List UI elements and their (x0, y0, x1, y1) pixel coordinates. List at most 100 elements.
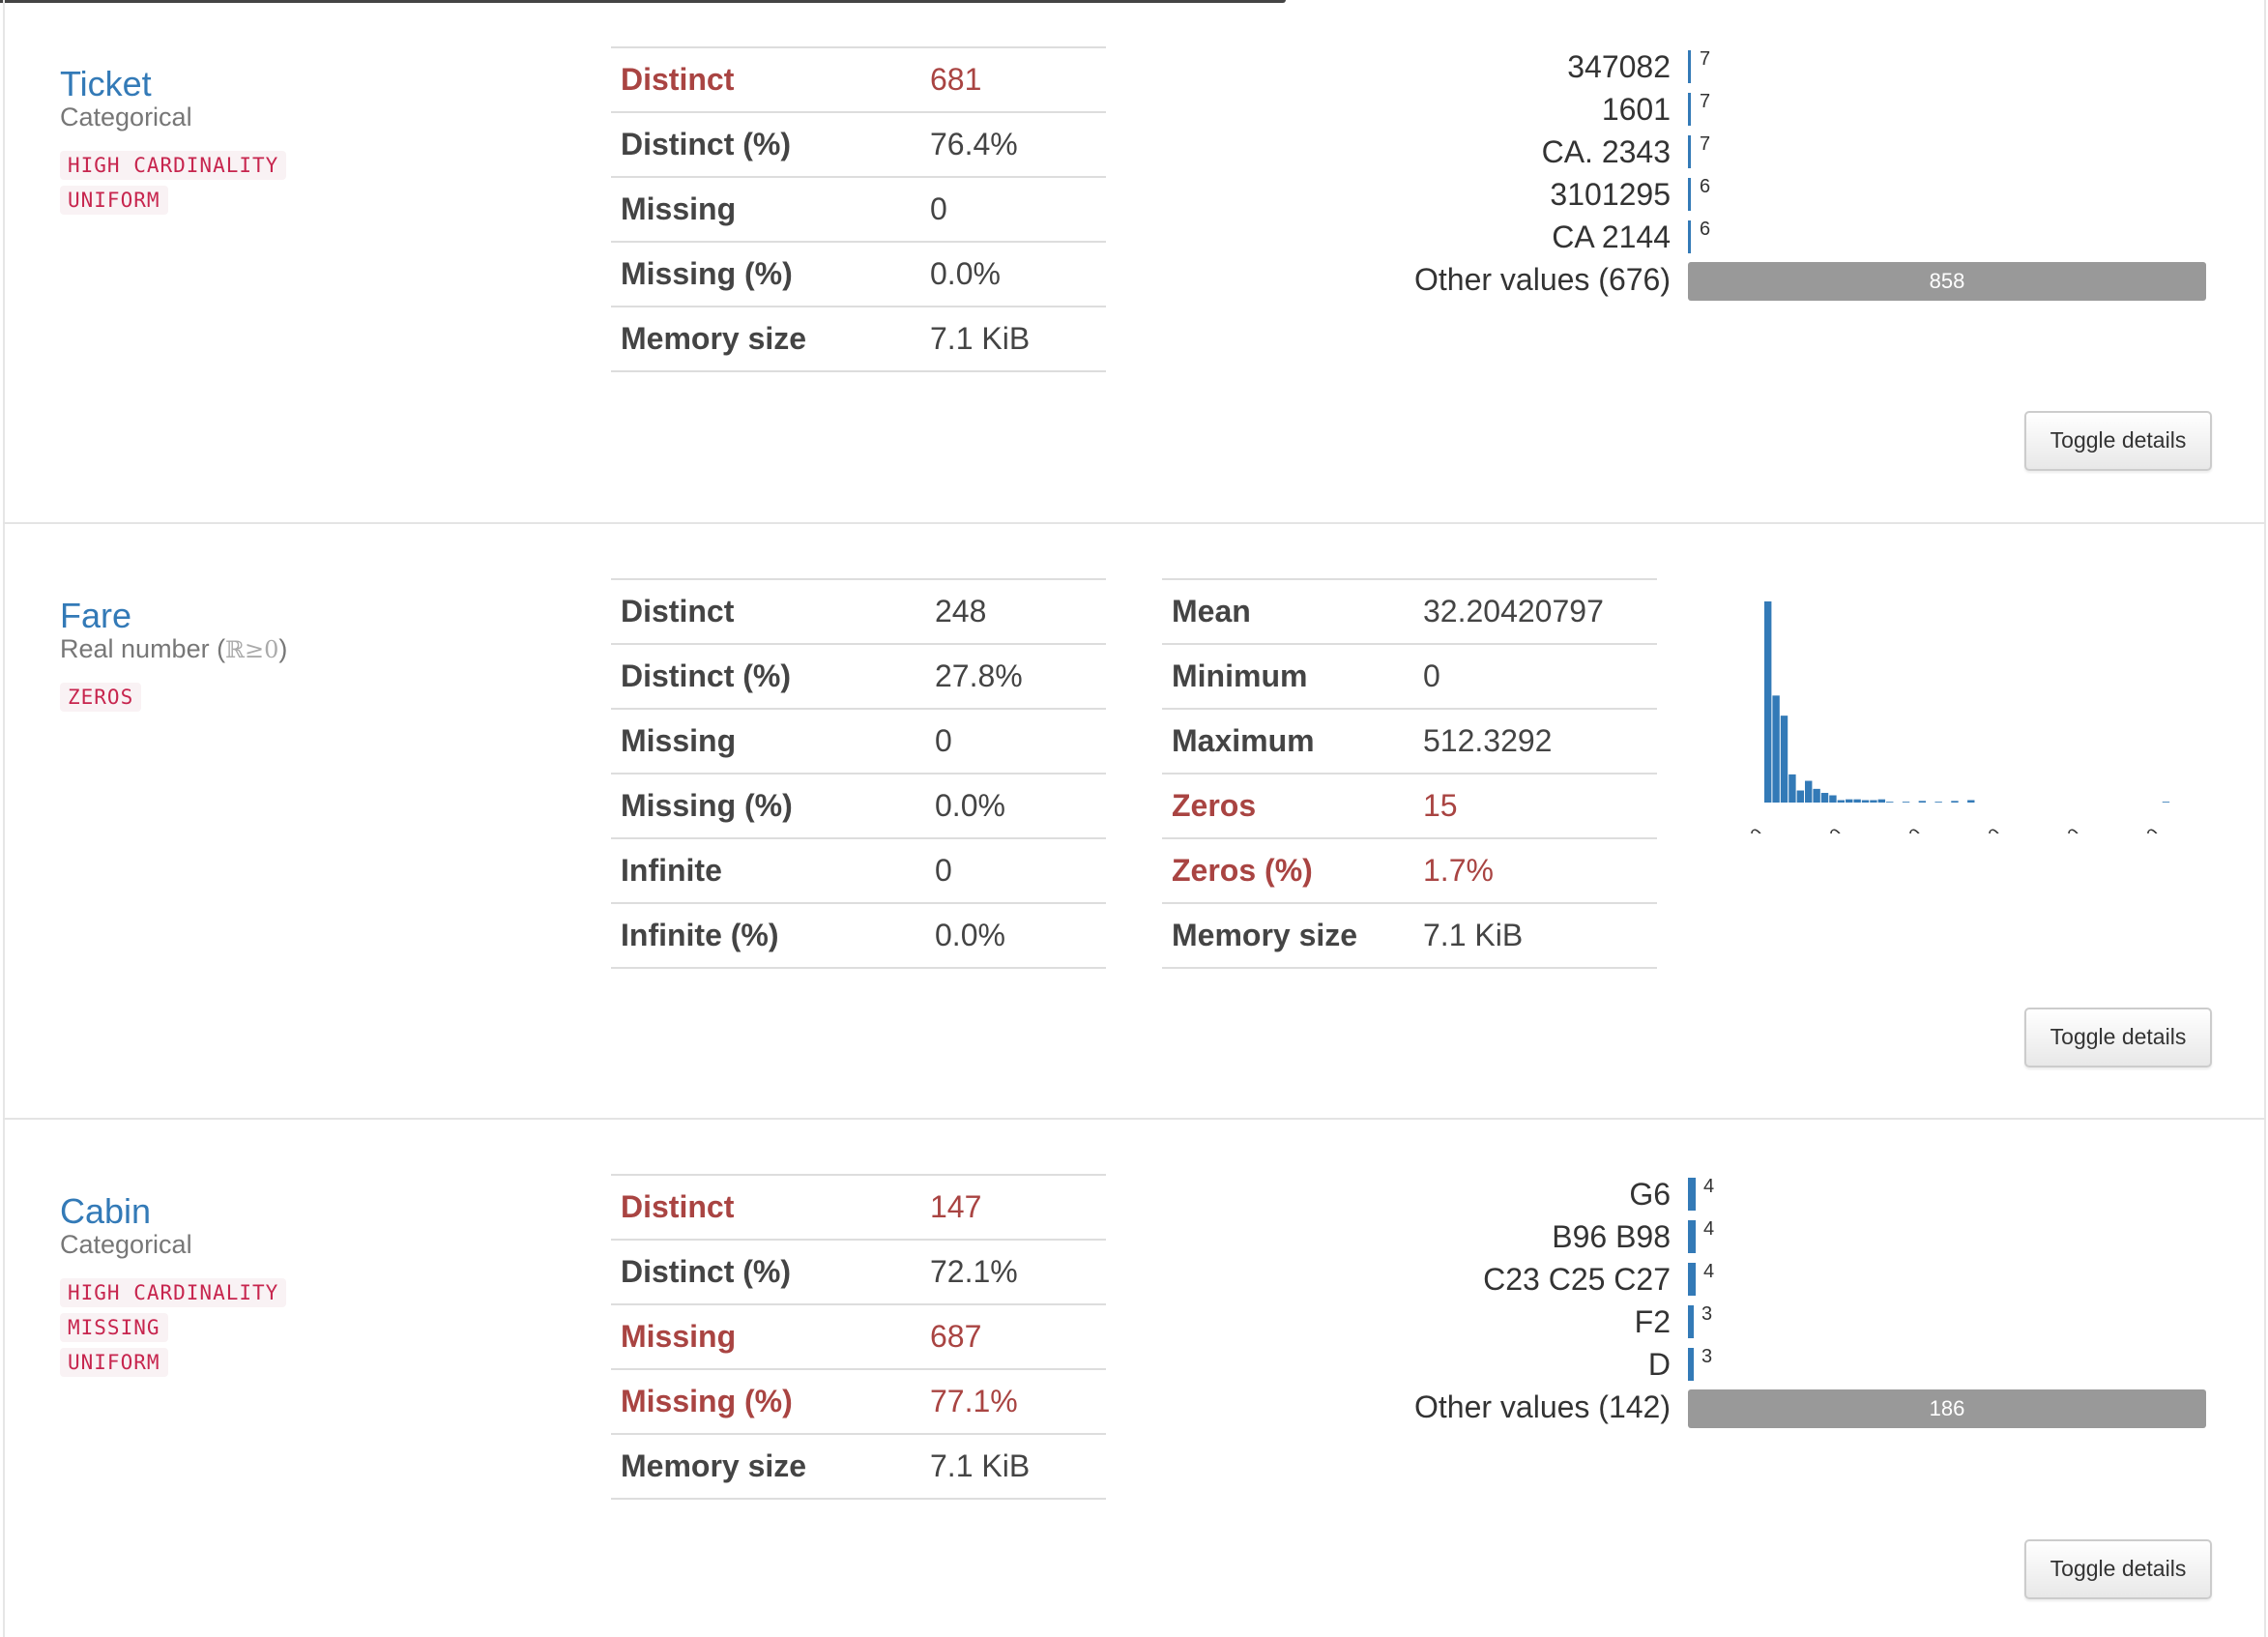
stat-row: Memory size 7.1 KiB (1162, 902, 1657, 969)
freq-label: D (1647, 1347, 1671, 1382)
freq-label: Other values (676) (1413, 262, 1671, 297)
toggle-details-button[interactable]: Toggle details (2024, 1539, 2212, 1599)
stat-label: Distinct (611, 578, 925, 644)
stat-label: Missing (%) (611, 241, 920, 307)
stat-value: 72.1% (920, 1239, 1106, 1304)
variable-type: Categorical (60, 1230, 192, 1259)
stat-label: Distinct (%) (611, 111, 920, 177)
stat-label: Memory size (1162, 902, 1413, 969)
stat-label: Zeros (1162, 773, 1413, 838)
freq-bar (1688, 135, 1691, 168)
freq-bar (1688, 1263, 1696, 1296)
freq-label: G6 (1629, 1177, 1671, 1212)
toggle-details-button[interactable]: Toggle details (2024, 411, 2212, 471)
badge-uniform: UNIFORM (60, 1348, 168, 1377)
stat-value: 0.0% (925, 902, 1106, 969)
freq-label: CA. 2343 (1541, 134, 1671, 169)
stat-row: Missing 0 (611, 176, 1106, 242)
freq-row: C23 C25 C27 (1090, 1259, 1671, 1300)
stat-row: Zeros 15 (1162, 773, 1657, 838)
freq-row: 3101295 (1090, 174, 1671, 215)
freq-count: 3 (1701, 1346, 1713, 1367)
histogram-bar (1902, 802, 1910, 803)
freq-bar (1688, 93, 1691, 126)
freq-row: CA. 2343 (1090, 132, 1671, 172)
badge-uniform: UNIFORM (60, 186, 168, 215)
variable-fare: Fare Real number (ℝ≥0) ZEROS Distinct 248… (0, 524, 2268, 1118)
stats-table: Distinct 147 Distinct (%) 72.1% Missing 687… (611, 1174, 1106, 1500)
stat-value: 1.7% (1413, 837, 1657, 903)
stat-row: Mean 32.20420797 (1162, 578, 1657, 644)
stat-row: Distinct (%) 27.8% (611, 643, 1106, 709)
stat-row: Infinite (%) 0.0% (611, 902, 1106, 969)
stat-row: Missing (%) 0.0% (611, 773, 1106, 838)
histogram-bar (1829, 795, 1837, 803)
freq-row-other: Other values (142) (1090, 1387, 1671, 1427)
stat-value: 0 (920, 176, 1106, 242)
stat-value: 77.1% (920, 1368, 1106, 1434)
stat-value: 76.4% (920, 111, 1106, 177)
stat-value: 147 (920, 1174, 1106, 1240)
stat-row: Memory size 7.1 KiB (611, 306, 1106, 372)
variable-name[interactable]: Ticket (60, 64, 152, 104)
stat-row: Missing 687 (611, 1303, 1106, 1369)
variable-name[interactable]: Cabin (60, 1191, 151, 1232)
freq-label: B96 B98 (1552, 1219, 1671, 1254)
stat-label: Distinct (%) (611, 1239, 920, 1304)
stat-row: Zeros (%) 1.7% (1162, 837, 1657, 903)
stat-row: Distinct (%) 76.4% (611, 111, 1106, 177)
variable-name[interactable]: Fare (60, 596, 131, 636)
freq-label: 3101295 (1550, 177, 1671, 212)
freq-bar (1688, 178, 1691, 211)
histogram-bar (1772, 695, 1780, 803)
variable-type-close: ) (278, 634, 288, 663)
histogram-bar (1813, 788, 1820, 803)
stats-table: Distinct 681 Distinct (%) 76.4% Missing 0 M… (611, 46, 1106, 372)
badge-high-cardinality: HIGH CARDINALITY (60, 151, 287, 180)
stat-label: Infinite (611, 837, 925, 903)
freq-count: 6 (1700, 219, 1711, 240)
variable-type: Real number (ℝ≥0) (60, 634, 287, 664)
variable-ticket: Ticket Categorical HIGH CARDINALITY UNIF… (0, 0, 2268, 522)
stat-value: 687 (920, 1303, 1106, 1369)
freq-row-other: Other values (676) (1090, 259, 1671, 300)
toggle-details-button[interactable]: Toggle details (2024, 1008, 2212, 1067)
freq-row: F2 (1090, 1301, 1671, 1342)
type-symbol: ℝ≥0 (225, 636, 279, 663)
stat-label: Distinct (%) (611, 643, 925, 709)
stat-label: Missing (611, 708, 925, 774)
stat-label: Memory size (611, 306, 920, 372)
stat-value: 7.1 KiB (920, 306, 1106, 372)
freq-row: 1601 (1090, 89, 1671, 130)
stat-label: Distinct (611, 1174, 920, 1240)
histogram-bar (1764, 601, 1772, 803)
stat-row: Distinct (%) 72.1% (611, 1239, 1106, 1304)
stat-label: Maximum (1162, 708, 1413, 774)
stat-row: Missing (%) 0.0% (611, 241, 1106, 307)
stat-row: Missing (%) 77.1% (611, 1368, 1106, 1434)
histogram-bar (1853, 799, 1861, 803)
freq-row: B96 B98 (1090, 1216, 1671, 1257)
histogram-bar (1861, 800, 1870, 803)
histogram-bar (1780, 716, 1788, 803)
freq-label: CA 2144 (1552, 219, 1671, 254)
stat-value: 7.1 KiB (1413, 902, 1657, 969)
freq-bar (1688, 1305, 1694, 1338)
other-values-bar: 858 (1688, 262, 2206, 301)
stat-label: Minimum (1162, 643, 1413, 709)
stat-value: 0 (925, 708, 1106, 774)
stat-row: Minimum 0 (1162, 643, 1657, 709)
stat-value: 15 (1413, 773, 1657, 838)
histogram-bar (1796, 790, 1805, 803)
variable-type: Categorical (60, 102, 192, 132)
freq-count: 3 (1701, 1303, 1713, 1325)
stat-row: Maximum 512.3292 (1162, 708, 1657, 774)
histogram-bar (1918, 801, 1927, 803)
freq-row: D (1090, 1344, 1671, 1385)
stat-row: Memory size 7.1 KiB (611, 1433, 1106, 1500)
histogram-tick-label: 400 (2050, 825, 2083, 833)
freq-row: 347082 (1090, 46, 1671, 87)
histogram-bar (1877, 799, 1886, 803)
stat-row: Missing 0 (611, 708, 1106, 774)
stat-value: 32.20420797 (1413, 578, 1657, 644)
